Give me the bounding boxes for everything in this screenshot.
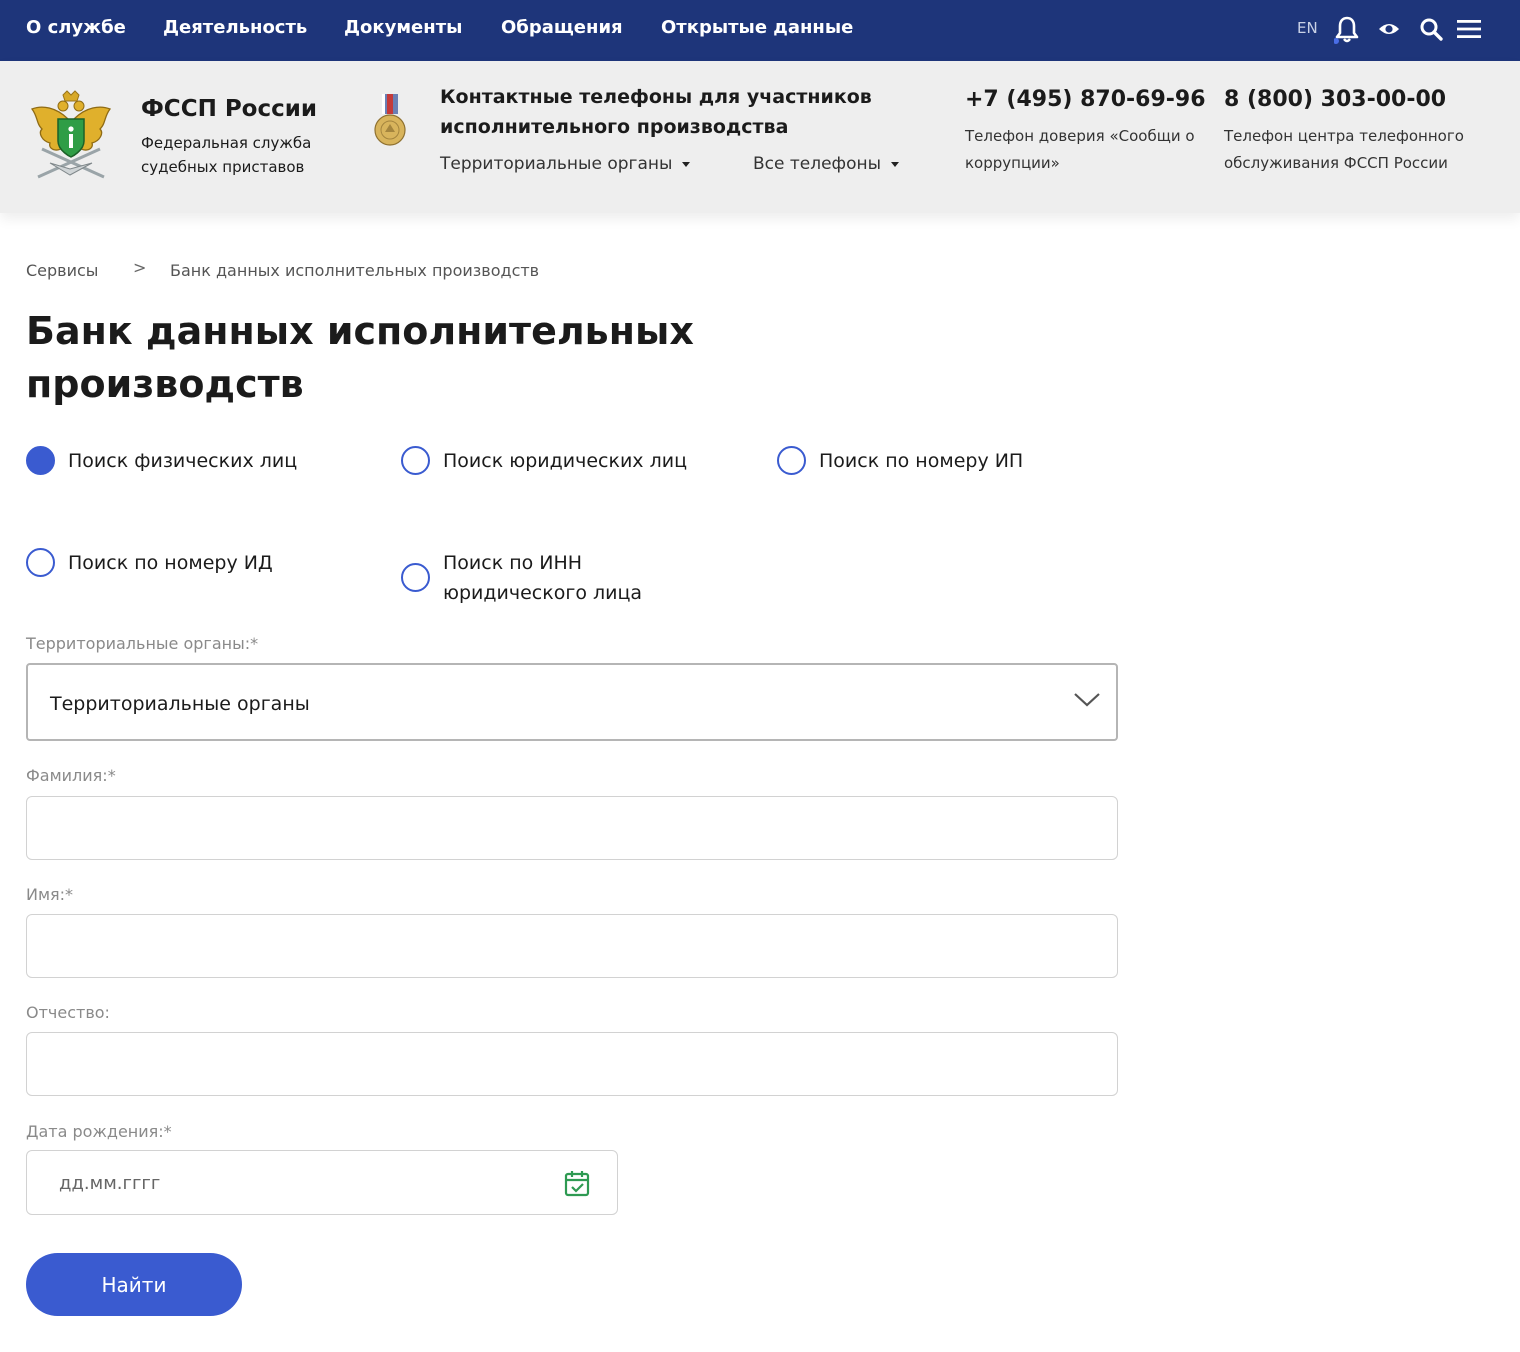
radio-search-individuals[interactable]: Поиск физических лиц [26,446,297,476]
top-navigation-bar: О службе Деятельность Документы Обращени… [0,0,1520,61]
page-title: Банк данных исполнительных производств [26,309,694,406]
caret-down-icon [682,161,691,167]
region-label: Территориальные органы:* [26,634,259,653]
radio-label: Поиск по номеру ИД [68,552,273,574]
nav-item-documents[interactable]: Документы [344,17,462,38]
hotline-phone[interactable]: +7 (495) 870-69-96 [965,87,1206,112]
birthdate-input[interactable]: дд.мм.гггг [26,1150,618,1215]
radio-unchecked-icon [26,548,55,577]
birthdate-placeholder: дд.мм.гггг [59,1173,161,1194]
firstname-label: Имя:* [26,885,74,904]
birthdate-label: Дата рождения:* [26,1122,172,1141]
lastname-label: Фамилия:* [26,766,116,785]
region-select[interactable]: Территориальные органы [26,663,1118,741]
radio-search-ip-number[interactable]: Поиск по номеру ИП [777,446,1023,476]
radio-unchecked-icon [401,563,430,592]
lastname-input[interactable] [26,796,1118,860]
firstname-input[interactable] [26,914,1118,978]
region-select-value: Территориальные органы [50,693,310,715]
radio-search-inn[interactable]: Поиск по ИНН юридического лица [401,548,683,608]
org-subtitle: Федеральная служба судебных приставов [141,134,312,176]
bell-icon[interactable] [1333,15,1360,44]
nav-item-open-data[interactable]: Открытые данные [661,17,853,38]
caret-down-icon [891,161,900,167]
org-title: ФССП России [141,96,317,122]
hotline-phone-desc: Телефон доверия «Сообщи о коррупции» [965,127,1195,172]
radio-unchecked-icon [777,446,806,475]
radio-checked-icon [26,446,55,475]
radio-label: Поиск физических лиц [68,450,298,472]
nav-item-appeals[interactable]: Обращения [501,17,623,38]
radio-search-id-number[interactable]: Поиск по номеру ИД [26,548,273,578]
breadcrumb-current: Банк данных исполнительных производств [170,261,540,280]
all-phones-dropdown[interactable]: Все телефоны [753,154,900,174]
patronymic-label: Отчество: [26,1003,110,1022]
service-center-phone[interactable]: 8 (800) 303-00-00 [1224,87,1446,112]
patronymic-input[interactable] [26,1032,1118,1096]
all-phones-dropdown-label: Все телефоны [753,154,882,174]
calendar-icon[interactable] [564,1169,590,1197]
eye-icon[interactable] [1376,15,1402,43]
menu-icon[interactable] [1455,15,1483,43]
medal-icon [374,94,406,148]
radio-unchecked-icon [401,446,430,475]
contacts-heading: Контактные телефоны для участников испол… [440,86,872,138]
breadcrumb-separator-icon: > [133,258,147,277]
fssp-emblem-logo[interactable] [30,89,112,183]
search-submit-button[interactable]: Найти [26,1253,242,1316]
chevron-down-icon [1072,689,1102,709]
language-switch[interactable]: EN [1297,19,1318,37]
regions-dropdown[interactable]: Территориальные органы [440,154,691,174]
radio-label: Поиск по ИНН юридического лица [443,552,643,604]
search-icon[interactable] [1418,15,1444,43]
radio-search-legal-entities[interactable]: Поиск юридических лиц [401,446,687,476]
radio-label: Поиск по номеру ИП [819,450,1024,472]
site-header: ФССП России Федеральная служба судебных … [0,61,1520,213]
breadcrumb-services[interactable]: Сервисы [26,261,98,280]
radio-label: Поиск юридических лиц [443,450,688,472]
nav-item-activity[interactable]: Деятельность [163,17,307,38]
service-center-phone-desc: Телефон центра телефонного обслуживания … [1224,127,1464,172]
nav-item-about[interactable]: О службе [26,17,126,38]
regions-dropdown-label: Территориальные органы [440,154,673,174]
